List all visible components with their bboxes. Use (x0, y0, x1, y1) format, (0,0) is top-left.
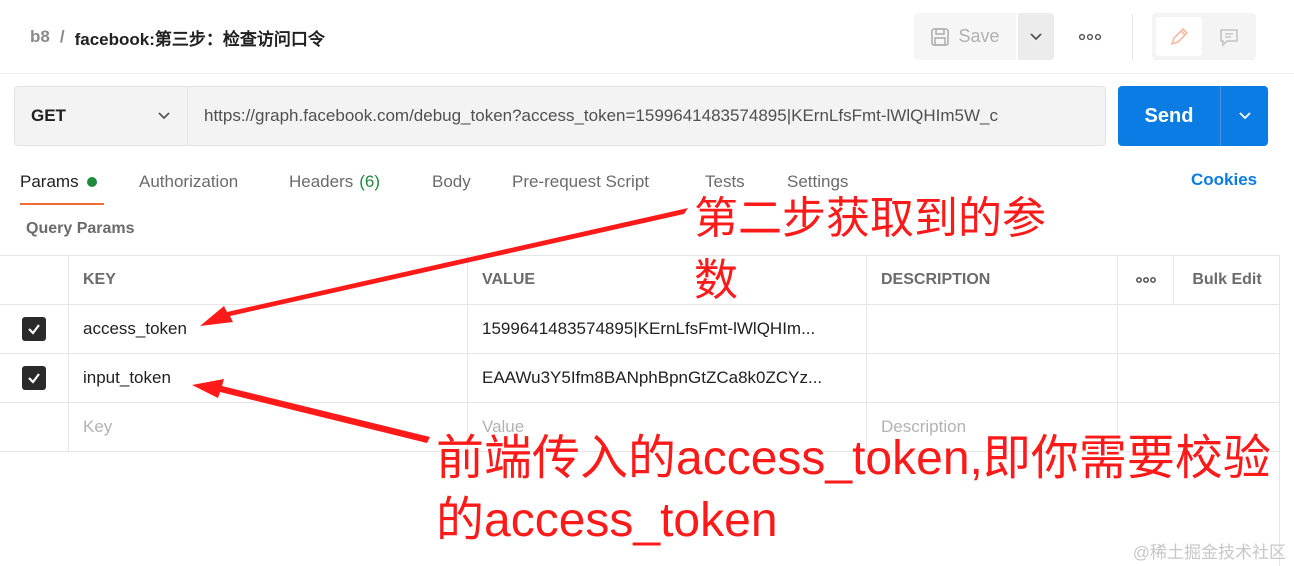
row-check-cell (0, 305, 69, 353)
view-mode-toggle (1152, 13, 1256, 60)
annotation-text: 的access_token (436, 494, 778, 547)
url-input[interactable]: https://graph.facebook.com/debug_token?a… (188, 86, 1106, 146)
row-checkbox[interactable] (22, 317, 46, 341)
request-title[interactable]: facebook:第三步：检查访问口令 (75, 25, 325, 50)
tab-label: Headers (289, 172, 354, 191)
more-options-button[interactable] (1072, 24, 1108, 50)
header-divider (1132, 14, 1133, 60)
tab-label: Body (432, 172, 471, 191)
watermark: @稀土掘金技术社区 (1132, 543, 1286, 562)
save-icon (931, 27, 950, 46)
edit-button[interactable] (1156, 17, 1202, 56)
row-check-cell (0, 354, 69, 402)
ellipsis-icon (1135, 277, 1156, 283)
tab-pre-request-script[interactable]: Pre-request Script (512, 170, 649, 194)
checkmark-icon (28, 324, 40, 335)
tab-body[interactable]: Body (432, 170, 471, 194)
save-button[interactable]: Save (914, 13, 1016, 60)
table-row: input_token EAAWu3Y5Ifm8BANphBpnGtZCa8k0… (0, 354, 1280, 403)
tab-params[interactable]: Params (20, 170, 97, 194)
active-tab-indicator (20, 203, 104, 205)
param-value-cell[interactable]: EAAWu3Y5Ifm8BANphBpnGtZCa8k0ZCYz... (468, 354, 867, 402)
comments-button[interactable] (1206, 17, 1252, 56)
save-label: Save (958, 26, 1000, 46)
table-right-border (1279, 255, 1280, 566)
breadcrumb: b8 / facebook:第三步：检查访问口令 (30, 25, 325, 50)
row-checkbox[interactable] (22, 366, 46, 390)
tab-label: Authorization (139, 172, 239, 191)
params-active-dot (86, 177, 97, 187)
method-select[interactable]: GET (14, 86, 188, 146)
new-key-input[interactable]: Key (69, 403, 468, 451)
pencil-icon (1170, 27, 1189, 45)
cookies-link[interactable]: Cookies (1191, 170, 1257, 190)
save-dropdown-button[interactable] (1018, 13, 1054, 60)
annotation-text: 第二步获取到的参 (694, 194, 1046, 243)
annotation-text: 数 (694, 256, 738, 305)
chevron-down-icon (1030, 32, 1042, 40)
query-params-title: Query Params (26, 220, 135, 237)
chevron-down-icon (158, 112, 170, 120)
comment-icon (1220, 28, 1238, 47)
send-dropdown-button[interactable] (1221, 86, 1268, 146)
breadcrumb-collection[interactable]: b8 (30, 27, 50, 47)
tab-headers[interactable]: Headers (6) (289, 170, 380, 194)
tab-label: Pre-request Script (512, 172, 649, 191)
column-options-button[interactable] (1118, 256, 1174, 304)
column-header-key: KEY (69, 256, 468, 304)
param-value-cell[interactable]: 1599641483574895|KErnLfsFmt-lWlQHIm... (468, 305, 867, 353)
table-header-row: KEY VALUE DESCRIPTION Bulk Edit (0, 256, 1280, 305)
column-header-description: DESCRIPTION (867, 256, 1118, 304)
ellipsis-icon (1078, 33, 1102, 41)
param-description-cell[interactable] (867, 305, 1118, 353)
tab-label: Params (20, 172, 79, 191)
chevron-down-icon (1238, 112, 1251, 120)
annotation-text: 前端传入的access_token,即你需要校验 (436, 432, 1271, 485)
row-check-cell (0, 403, 69, 451)
send-button-group: Send (1118, 86, 1268, 146)
param-key-cell[interactable]: input_token (69, 354, 468, 402)
tab-authorization[interactable]: Authorization (139, 170, 238, 194)
column-header-value: VALUE (468, 256, 867, 304)
param-key-cell[interactable]: access_token (69, 305, 468, 353)
send-button[interactable]: Send (1118, 86, 1220, 146)
table-row: access_token 1599641483574895|KErnLfsFmt… (0, 305, 1280, 354)
request-header: b8 / facebook:第三步：检查访问口令 Save (0, 0, 1294, 74)
bulk-edit-button[interactable]: Bulk Edit (1174, 256, 1280, 304)
breadcrumb-separator: / (59, 27, 65, 46)
headers-count: (6) (359, 172, 381, 191)
header-check-cell (0, 256, 69, 304)
checkmark-icon (28, 373, 40, 384)
param-description-cell[interactable] (867, 354, 1118, 402)
method-label: GET (31, 106, 66, 125)
